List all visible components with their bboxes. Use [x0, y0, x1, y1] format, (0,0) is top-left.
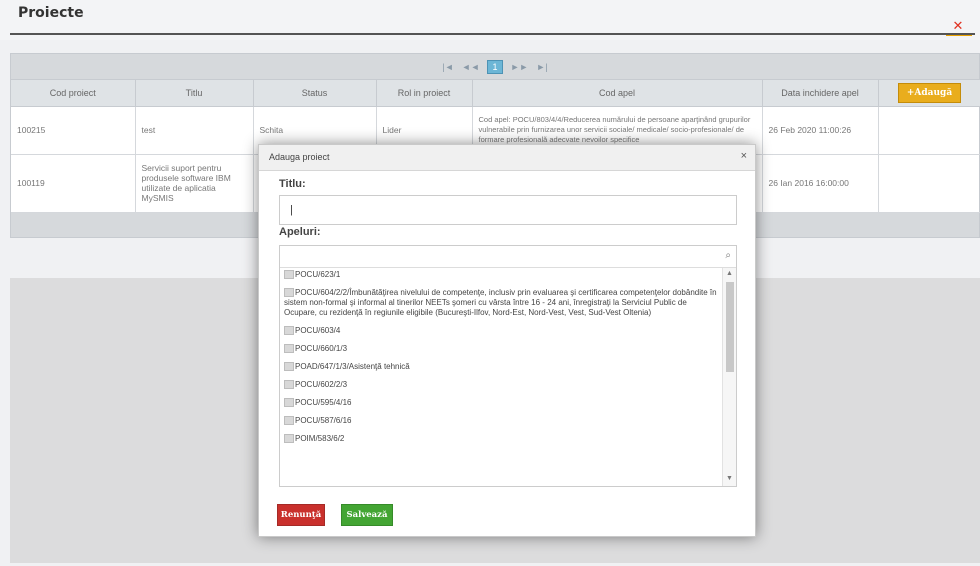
- page-header: Proiecte ✕: [0, 0, 980, 40]
- scroll-down-icon[interactable]: ▼: [726, 475, 733, 482]
- checkbox[interactable]: [284, 270, 294, 280]
- add-project-button[interactable]: +Adaugă: [897, 82, 962, 103]
- list-item-label: POAD/647/1/3/Asistenţă tehnică: [295, 362, 410, 371]
- list-item[interactable]: POCU/587/6/16: [284, 416, 718, 426]
- checkbox[interactable]: [284, 434, 294, 444]
- col-header-cod-proiect[interactable]: Cod proiect: [11, 80, 136, 107]
- header-divider: [10, 33, 975, 35]
- col-header-cod-apel[interactable]: Cod apel: [472, 80, 763, 107]
- cell-cod: 100215: [11, 106, 136, 155]
- checkbox[interactable]: [284, 380, 294, 390]
- list-item[interactable]: POIM/583/6/2: [284, 434, 718, 444]
- cell-titlu: Servicii suport pentru produsele softwar…: [135, 154, 254, 213]
- pager-last-icon[interactable]: ►|: [536, 62, 547, 72]
- scroll-up-icon[interactable]: ▲: [726, 270, 733, 277]
- cell-actions: [878, 106, 980, 155]
- list-item[interactable]: POCU/595/4/16: [284, 398, 718, 408]
- cell-actions: [878, 154, 980, 213]
- col-header-data-inchidere[interactable]: Data inchidere apel: [762, 80, 879, 107]
- list-item[interactable]: POCU/603/4: [284, 326, 718, 336]
- list-item-label: POIM/583/6/2: [295, 434, 345, 443]
- list-item-label: POCU/595/4/16: [295, 398, 352, 407]
- checkbox[interactable]: [284, 416, 294, 426]
- dialog-title: Adauga proiect: [269, 152, 330, 162]
- list-item[interactable]: POCU/660/1/3: [284, 344, 718, 354]
- cell-titlu: test: [135, 106, 254, 155]
- scroll-thumb[interactable]: [726, 282, 734, 372]
- col-header-rol[interactable]: Rol in proiect: [376, 80, 473, 107]
- cell-data: 26 Feb 2020 11:00:26: [762, 106, 879, 155]
- dialog-titlebar[interactable]: Adauga proiect ×: [259, 145, 755, 171]
- search-icon[interactable]: ⌕: [725, 250, 731, 261]
- list-item-label: POCU/623/1: [295, 270, 341, 279]
- pager-current-page[interactable]: 1: [487, 59, 503, 74]
- cell-data: 26 Ian 2016 16:00:00: [762, 154, 879, 213]
- list-item[interactable]: POAD/647/1/3/Asistenţă tehnică: [284, 362, 718, 372]
- list-item-label: POCU/660/1/3: [295, 344, 348, 353]
- add-project-dialog: Adauga proiect × Titlu: | Apeluri: ⌕ POC…: [258, 144, 756, 537]
- save-button[interactable]: Salvează: [341, 504, 393, 526]
- list-item-label: POCU/587/6/16: [295, 416, 352, 425]
- checkbox[interactable]: [284, 326, 294, 336]
- pager: |◄ ◄◄ 1 ►► ►|: [11, 54, 979, 80]
- checkbox[interactable]: [284, 398, 294, 408]
- dialog-close-icon[interactable]: ×: [741, 150, 747, 162]
- cancel-button[interactable]: Renunţă: [277, 504, 325, 526]
- checkbox[interactable]: [284, 288, 294, 298]
- pager-next-icon[interactable]: ►►: [511, 62, 529, 72]
- titlu-label: Titlu:: [279, 178, 306, 190]
- cell-cod: 100119: [11, 154, 136, 213]
- col-header-titlu[interactable]: Titlu: [135, 80, 254, 107]
- titlu-input[interactable]: |: [279, 195, 737, 225]
- list-item-label: POCU/604/2/2/Îmbunătăţirea nivelului de …: [284, 288, 717, 317]
- list-item[interactable]: POCU/623/1: [284, 270, 718, 280]
- list-item[interactable]: POCU/604/2/2/Îmbunătăţirea nivelului de …: [284, 288, 718, 318]
- apeluri-search-input[interactable]: ⌕: [280, 246, 736, 268]
- list-item-label: POCU/602/2/3: [295, 380, 348, 389]
- apeluri-list: ⌕ POCU/623/1 POCU/604/2/2/Îmbunătăţirea …: [279, 245, 737, 487]
- close-icon[interactable]: ✕: [951, 18, 965, 32]
- pager-prev-icon[interactable]: ◄◄: [462, 62, 480, 72]
- list-item-label: POCU/603/4: [295, 326, 341, 335]
- apeluri-items: POCU/623/1 POCU/604/2/2/Îmbunătăţirea ni…: [280, 268, 722, 486]
- col-header-actions: +Adaugă: [878, 80, 980, 107]
- checkbox[interactable]: [284, 362, 294, 372]
- col-header-status[interactable]: Status: [253, 80, 377, 107]
- list-scrollbar[interactable]: ▲ ▼: [722, 268, 736, 486]
- checkbox[interactable]: [284, 344, 294, 354]
- list-item[interactable]: POCU/602/2/3: [284, 380, 718, 390]
- pager-first-icon[interactable]: |◄: [442, 62, 453, 72]
- apeluri-label: Apeluri:: [279, 226, 321, 238]
- page-title: Proiecte: [18, 5, 84, 21]
